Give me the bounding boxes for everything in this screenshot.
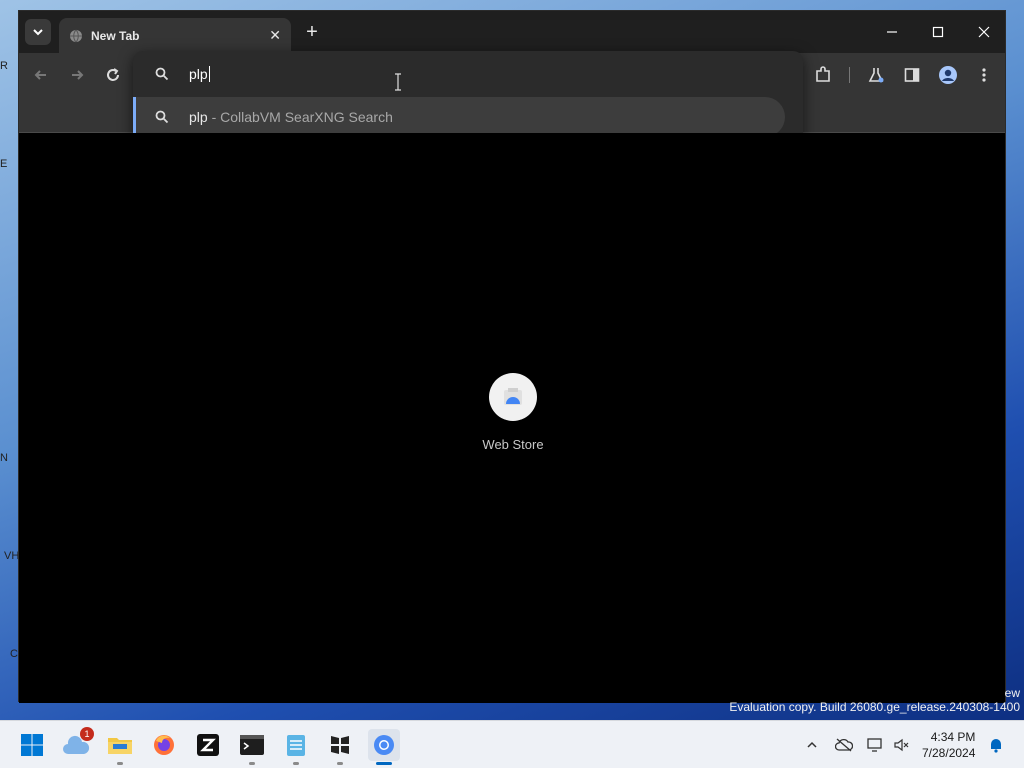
labs-button[interactable]	[864, 63, 888, 87]
taskbar-notepad[interactable]	[280, 729, 312, 765]
folder-icon	[108, 738, 132, 754]
close-tab-icon[interactable]: ✕	[269, 27, 281, 44]
show-hidden-icons-button[interactable]	[802, 735, 822, 755]
cloud-sync-tray[interactable]	[834, 735, 854, 755]
text-cursor-icon	[395, 73, 401, 91]
app-icon	[331, 736, 349, 754]
minimize-button[interactable]	[869, 17, 915, 47]
close-window-button[interactable]	[961, 17, 1007, 47]
extensions-button[interactable]	[811, 63, 835, 87]
arrow-right-icon	[72, 70, 84, 80]
taskbar-chromium[interactable]	[368, 729, 400, 765]
profile-button[interactable]	[936, 63, 960, 87]
tab-strip: New Tab ✕ +	[19, 11, 1005, 53]
notifications-button[interactable]	[986, 735, 1006, 755]
network-tray[interactable]	[866, 735, 886, 755]
side-panel-button[interactable]	[900, 63, 924, 87]
minimize-icon	[887, 31, 897, 33]
maximize-icon	[932, 26, 944, 38]
globe-icon	[70, 29, 82, 42]
clock-time: 4:34 PM	[930, 730, 976, 744]
omnibox-popup: plp plp - CollabVM SearXNG Search	[133, 51, 803, 145]
z-app-icon	[197, 734, 219, 756]
evaluation-watermark: ew Evaluation copy. Build 26080.ge_relea…	[729, 686, 1020, 714]
bell-icon	[991, 739, 1001, 753]
arrow-left-icon	[34, 70, 46, 80]
suggestion-text: plp - CollabVM SearXNG Search	[189, 109, 393, 125]
chromium-icon	[374, 735, 394, 755]
web-store-icon	[504, 388, 522, 405]
volume-muted-icon	[894, 738, 909, 752]
tab-search-button[interactable]	[25, 19, 51, 45]
reload-icon	[107, 68, 119, 81]
more-vert-icon	[982, 68, 986, 82]
shortcut-tile	[489, 373, 537, 421]
avatar-icon	[939, 66, 957, 84]
omnibox-input[interactable]: plp	[133, 51, 803, 97]
desktop-icon-label[interactable]: E	[0, 158, 18, 170]
back-button[interactable]	[29, 63, 53, 87]
shortcut-label: Web Store	[482, 437, 544, 452]
menu-button[interactable]	[972, 63, 996, 87]
omnibox-text: plp	[189, 66, 210, 82]
suggestion-query: plp	[189, 109, 208, 125]
desktop-icon-label[interactable]: R	[0, 60, 18, 72]
browser-window: New Tab ✕ + plp plp - CollabVM SearXNG S…	[18, 10, 1006, 703]
notepad-icon	[287, 735, 305, 756]
tab-new-tab[interactable]: New Tab ✕	[59, 18, 291, 53]
flask-icon	[868, 68, 884, 83]
maximize-button[interactable]	[915, 17, 961, 47]
taskbar-terminal[interactable]	[236, 729, 268, 765]
clock-date: 7/28/2024	[922, 746, 976, 760]
terminal-icon	[240, 735, 264, 755]
taskbar: 1 4:34 PM 7/28/2024	[0, 720, 1024, 768]
new-tab-button[interactable]: +	[299, 19, 325, 45]
running-indicator	[117, 762, 123, 765]
network-icon	[867, 738, 882, 752]
running-indicator	[249, 762, 255, 765]
volume-tray[interactable]	[892, 735, 912, 755]
search-icon	[155, 67, 169, 81]
taskbar-z-app[interactable]	[192, 729, 224, 761]
weather-widget[interactable]: 1	[60, 727, 94, 761]
start-button[interactable]	[16, 729, 48, 761]
selection-indicator	[133, 97, 136, 137]
windows-icon	[21, 734, 43, 756]
close-icon	[978, 26, 990, 38]
taskbar-file-explorer[interactable]	[104, 729, 136, 765]
chevron-up-icon	[807, 741, 817, 748]
running-indicator	[337, 762, 343, 765]
reload-button[interactable]	[101, 63, 125, 87]
search-icon	[155, 110, 169, 124]
new-tab-page: Web Store	[19, 133, 1005, 703]
watermark-line-2: Evaluation copy. Build 26080.ge_release.…	[729, 700, 1020, 714]
shortcut-web-store[interactable]: Web Store	[469, 373, 557, 452]
desktop-icon-label[interactable]: N	[0, 452, 18, 464]
puzzle-icon	[816, 66, 830, 82]
system-clock[interactable]: 4:34 PM 7/28/2024	[922, 729, 975, 761]
notification-badge: 1	[80, 727, 94, 741]
toolbar-divider	[849, 67, 850, 83]
forward-button[interactable]	[65, 63, 89, 87]
active-indicator	[376, 762, 392, 765]
taskbar-app[interactable]	[324, 729, 356, 765]
chevron-down-icon	[33, 29, 43, 36]
side-panel-icon	[904, 68, 920, 82]
tab-title: New Tab	[91, 28, 140, 43]
watermark-line-1: ew	[1004, 686, 1020, 700]
omnibox-suggestion[interactable]: plp - CollabVM SearXNG Search	[133, 97, 785, 137]
suggestion-description: - CollabVM SearXNG Search	[207, 109, 393, 125]
taskbar-firefox[interactable]	[148, 729, 180, 761]
firefox-icon	[154, 735, 174, 755]
cloud-off-icon	[835, 738, 853, 752]
running-indicator	[293, 762, 299, 765]
